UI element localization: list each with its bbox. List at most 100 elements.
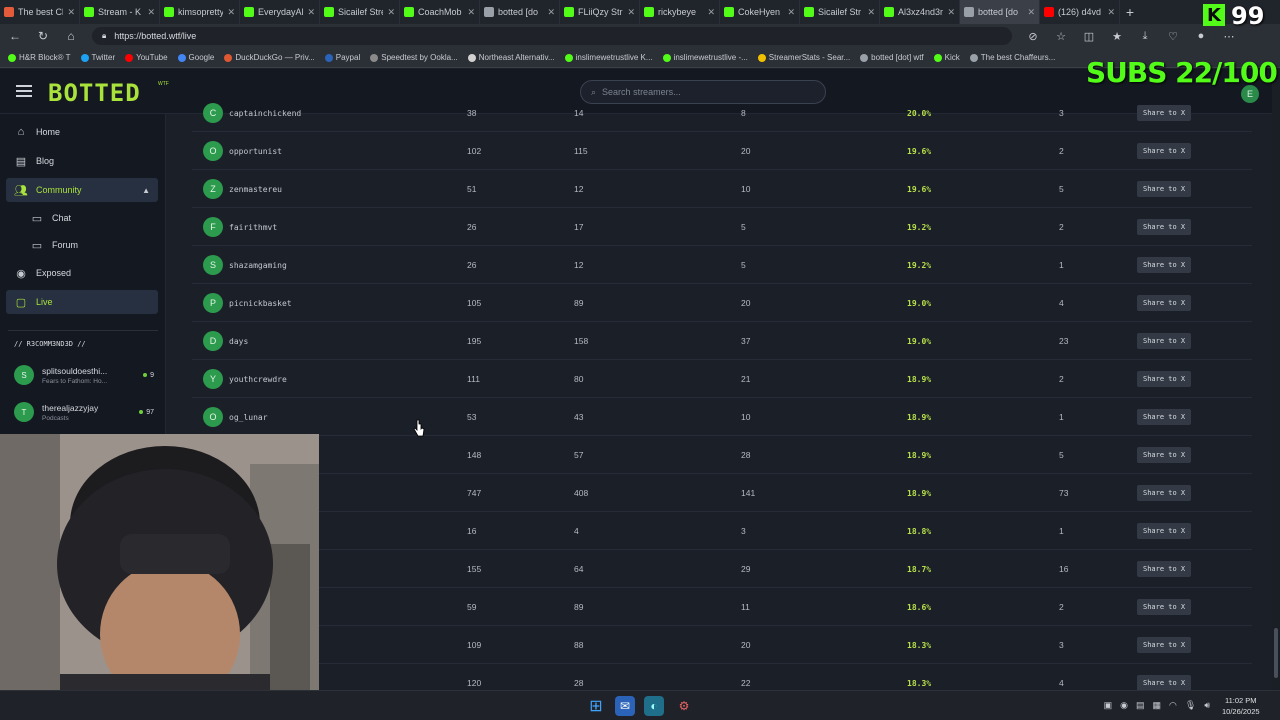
tray-app-icon[interactable]: ◉ — [1120, 700, 1128, 711]
close-icon[interactable]: ✕ — [67, 7, 75, 18]
taskbar-clock[interactable]: 11:02 PM 10/26/2025 — [1222, 695, 1260, 717]
table-row[interactable]: Ccaptainchickend 38 14 8 20.0% 3 Share to X — [192, 94, 1252, 132]
browser-tab[interactable]: (126) d4vd ✕ — [1040, 0, 1120, 24]
downloads-icon[interactable]: ⤓ — [1138, 30, 1152, 43]
table-row[interactable]: Oog_lunar 53 43 10 18.9% 1 Share to X — [192, 398, 1252, 436]
browser-tab[interactable]: botted [do ✕ — [960, 0, 1040, 24]
streamer-name[interactable]: picnickbasket — [229, 284, 292, 322]
bookmark-item[interactable]: Paypal — [324, 53, 360, 62]
close-icon[interactable]: ✕ — [707, 7, 715, 18]
browser-tab[interactable]: EverydayAl ✕ — [240, 0, 320, 24]
close-icon[interactable]: ✕ — [547, 7, 555, 18]
streamer-name[interactable]: og_lunar — [229, 398, 268, 436]
close-icon[interactable]: ✕ — [467, 7, 475, 18]
close-icon[interactable]: ✕ — [787, 7, 795, 18]
streamer-name[interactable]: zenmastereu — [229, 170, 282, 208]
start-menu-icon[interactable]: ⊞ — [586, 696, 606, 716]
favorite-star-icon[interactable]: ☆ — [1054, 30, 1068, 43]
tracking-prevention-icon[interactable]: ⊘ — [1026, 30, 1040, 43]
volume-icon[interactable]: 🔊︎ — [1204, 700, 1210, 711]
sidebar-item-forum[interactable]: ▭ Forum — [6, 233, 158, 257]
recommended-channel[interactable]: T therealjazzyjay Podcasts 97 — [14, 397, 154, 427]
tray-app-icon[interactable]: ▣ — [1104, 700, 1113, 711]
close-icon[interactable]: ✕ — [227, 7, 235, 18]
reload-icon[interactable]: ↻ — [36, 29, 50, 43]
bookmark-item[interactable]: botted [dot] wtf — [860, 53, 924, 62]
share-to-x-button[interactable]: Share to X — [1137, 523, 1192, 539]
bookmark-item[interactable]: Twitter — [80, 53, 115, 62]
bookmark-item[interactable]: YouTube — [125, 53, 168, 62]
bookmark-item[interactable]: Kick — [933, 53, 960, 62]
bookmark-item[interactable]: inslimewetrustlive K... — [564, 53, 653, 62]
profile-icon[interactable]: ● — [1194, 30, 1208, 42]
bookmark-item[interactable]: DuckDuckGo — Priv... — [224, 53, 315, 62]
share-to-x-button[interactable]: Share to X — [1137, 561, 1192, 577]
bookmark-item[interactable]: The best Chaffeurs... — [969, 53, 1055, 62]
share-to-x-button[interactable]: Share to X — [1137, 371, 1192, 387]
share-to-x-button[interactable]: Share to X — [1137, 333, 1192, 349]
bookmark-item[interactable]: Speedtest by Ookla... — [370, 53, 458, 62]
streamer-name[interactable]: fairithmvt — [229, 208, 277, 246]
close-icon[interactable]: ✕ — [627, 7, 635, 18]
table-row[interactable]: Oopportunist 102 115 20 19.6% 2 Share to X — [192, 132, 1252, 170]
bookmark-item[interactable]: inslimewetrustlive -... — [662, 53, 748, 62]
close-icon[interactable]: ✕ — [867, 7, 875, 18]
browser-tab[interactable]: CokeHyen ✕ — [720, 0, 800, 24]
table-row[interactable]: Yyouthcrewdre 111 80 21 18.9% 2 Share to X — [192, 360, 1252, 398]
sidebar-item-home[interactable]: ⌂ Home — [6, 120, 158, 144]
streamer-name[interactable]: shazamgaming — [229, 246, 287, 284]
table-row[interactable]: 16 4 3 18.8% 1 Share to X — [192, 512, 1252, 550]
favorites-icon[interactable]: ★ — [1110, 30, 1124, 43]
table-row[interactable]: Zzenmastereu 51 12 10 19.6% 5 Share to X — [192, 170, 1252, 208]
sidebar-item-exposed[interactable]: ◉ Exposed — [6, 261, 158, 285]
recorder-app-icon[interactable]: ⚙ — [674, 696, 694, 716]
streamer-name[interactable]: captainchickend — [229, 94, 301, 132]
streamer-name[interactable]: opportunist — [229, 132, 282, 170]
streamer-name[interactable]: youthcrewdre — [229, 360, 287, 398]
streamer-name[interactable]: days — [229, 322, 248, 360]
share-to-x-button[interactable]: Share to X — [1137, 143, 1192, 159]
share-to-x-button[interactable]: Share to X — [1137, 257, 1192, 273]
mail-app-icon[interactable]: ✉ — [615, 696, 635, 716]
edge-browser-icon[interactable]: ◐ — [644, 696, 664, 716]
browser-tab[interactable]: kimsopretty ✕ — [160, 0, 240, 24]
table-row[interactable]: 747 408 141 18.9% 73 Share to X — [192, 474, 1252, 512]
bookmark-item[interactable]: Google — [177, 53, 214, 62]
extensions-icon[interactable]: ♡ — [1166, 30, 1180, 43]
tray-app-icon[interactable]: ▤ — [1136, 700, 1145, 711]
site-logo[interactable]: BOTTED — [48, 79, 141, 107]
bookmark-item[interactable]: StreamerStats - Sear... — [757, 53, 850, 62]
share-to-x-button[interactable]: Share to X — [1137, 295, 1192, 311]
browser-tab[interactable]: botted [do ✕ — [480, 0, 560, 24]
split-screen-icon[interactable]: ◫ — [1082, 30, 1096, 43]
table-row[interactable]: 109 88 20 18.3% 3 Share to X — [192, 626, 1252, 664]
close-icon[interactable]: ✕ — [147, 7, 155, 18]
browser-tab[interactable]: Al3xz4nd3r ✕ — [880, 0, 960, 24]
share-to-x-button[interactable]: Share to X — [1137, 447, 1192, 463]
share-to-x-button[interactable]: Share to X — [1137, 409, 1192, 425]
table-row[interactable]: 155 64 29 18.7% 16 Share to X — [192, 550, 1252, 588]
share-to-x-button[interactable]: Share to X — [1137, 675, 1192, 691]
sidebar-item-community[interactable]: 👥︎ Community ▲ — [6, 178, 158, 202]
address-bar[interactable]: 🔒︎ https://botted.wtf/live — [92, 27, 1012, 45]
recommended-channel[interactable]: S splitsouldoesthi... Fears to Fathom: H… — [14, 360, 154, 390]
more-menu-icon[interactable]: ⋯ — [1222, 30, 1236, 43]
share-to-x-button[interactable]: Share to X — [1137, 637, 1192, 653]
table-row[interactable]: Ddays 195 158 37 19.0% 23 Share to X — [192, 322, 1252, 360]
browser-tab[interactable]: Stream - K ✕ — [80, 0, 160, 24]
page-scrollbar[interactable] — [1272, 69, 1280, 690]
bookmark-item[interactable]: Northeast Alternativ... — [467, 53, 555, 62]
table-row[interactable]: 59 89 11 18.6% 2 Share to X — [192, 588, 1252, 626]
share-to-x-button[interactable]: Share to X — [1137, 181, 1192, 197]
table-row[interactable]: Ppicnickbasket 105 89 20 19.0% 4 Share to X — [192, 284, 1252, 322]
table-row[interactable]: Sshazamgaming 26 12 5 19.2% 1 Share to X — [192, 246, 1252, 284]
mic-icon[interactable]: 🎙︎ — [1185, 700, 1196, 711]
sidebar-item-chat[interactable]: ▭ Chat — [6, 206, 158, 230]
new-tab-icon[interactable]: + — [1120, 4, 1140, 20]
close-icon[interactable]: ✕ — [1107, 7, 1115, 18]
table-row[interactable]: Ffairithmvt 26 17 5 19.2% 2 Share to X — [192, 208, 1252, 246]
close-icon[interactable]: ✕ — [307, 7, 315, 18]
home-browser-icon[interactable]: ⌂ — [64, 29, 78, 43]
share-to-x-button[interactable]: Share to X — [1137, 485, 1192, 501]
share-to-x-button[interactable]: Share to X — [1137, 105, 1192, 121]
